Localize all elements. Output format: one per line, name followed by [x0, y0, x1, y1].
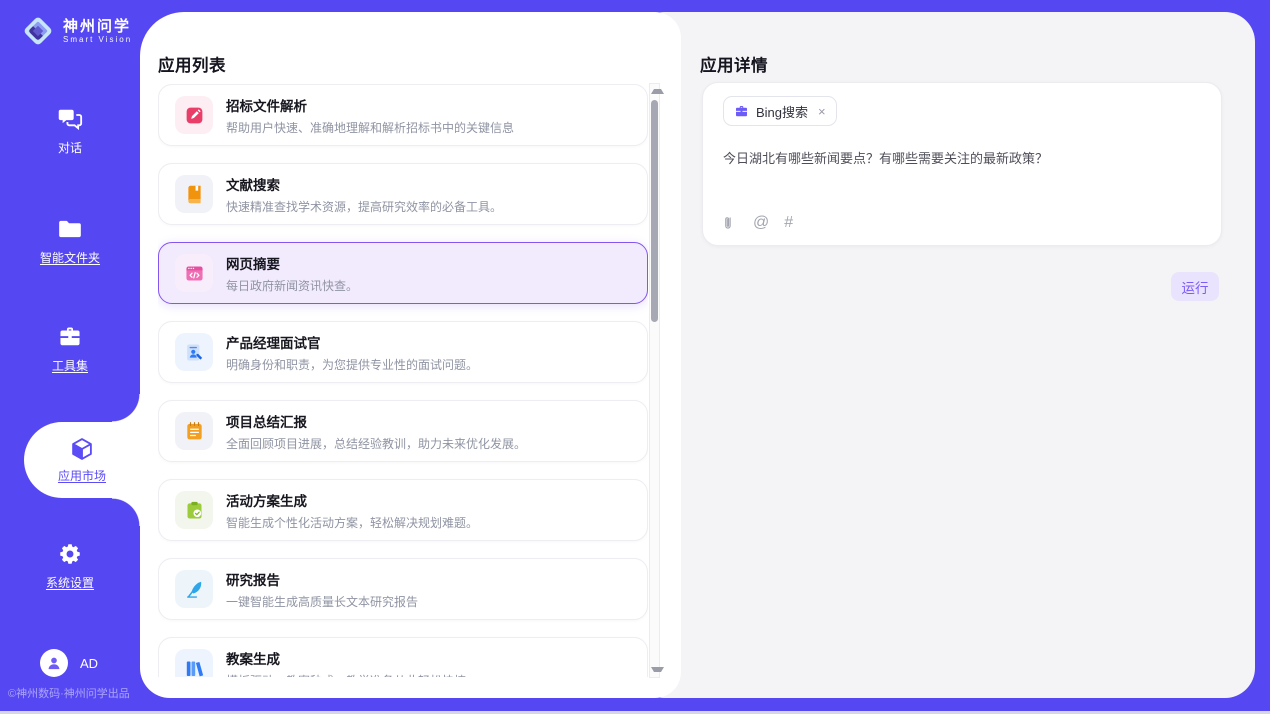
sidebar-item-label: 系统设置 [46, 574, 94, 591]
app-list-panel: 应用列表 招标文件解析帮助用户快速、准确地理解和解析招标书中的关键信息文献搜索快… [140, 12, 681, 698]
sidebar-item-label: 工具集 [52, 357, 88, 374]
folder-icon [57, 216, 83, 242]
app-description: 模板驱动，教案秒成，教学准备从此轻松快捷 [226, 672, 466, 678]
app-card[interactable]: 文献搜索快速精准查找学术资源，提高研究效率的必备工具。 [158, 163, 648, 225]
chat-icon [57, 106, 83, 132]
app-description: 帮助用户快速、准确地理解和解析招标书中的关键信息 [226, 119, 514, 136]
run-button[interactable]: 运行 [1171, 272, 1219, 301]
app-title: 活动方案生成 [226, 490, 478, 510]
query-text-input[interactable]: 今日湖北有哪些新闻要点？有哪些需要关注的最新政策？ [723, 149, 1203, 168]
briefcase-icon [734, 104, 749, 119]
close-icon[interactable]: × [818, 105, 826, 118]
app-description: 明确身份和职责，为您提供专业性的面试问题。 [226, 356, 478, 373]
interviewer-icon [175, 333, 213, 371]
app-description: 全面回顾项目进展，总结经验教训，助力未来优化发展。 [226, 435, 526, 452]
app-detail-card: Bing搜索 × 今日湖北有哪些新闻要点？有哪些需要关注的最新政策？ @# [702, 82, 1222, 246]
tender-edit-icon [175, 96, 213, 134]
app-title: 研究报告 [226, 569, 418, 589]
sidebar-item-gear[interactable]: 系统设置 [0, 541, 140, 591]
app-title: 文献搜索 [226, 174, 502, 194]
cube-icon [69, 436, 95, 462]
app-card[interactable]: 研究报告一键智能生成高质量长文本研究报告 [158, 558, 648, 620]
brand-name: 神州问学 [63, 18, 132, 35]
sidebar-item-label: 应用市场 [58, 467, 106, 484]
app-card[interactable]: 教案生成模板驱动，教案秒成，教学准备从此轻松快捷 [158, 637, 648, 677]
tool-tag-bing-search[interactable]: Bing搜索 × [723, 96, 837, 126]
brand-gem-icon [20, 13, 56, 49]
research-report-icon [175, 570, 213, 608]
scroll-up-icon[interactable] [651, 89, 664, 94]
app-description: 快速精准查找学术资源，提高研究效率的必备工具。 [226, 198, 502, 215]
app-detail-title: 应用详情 [700, 52, 768, 76]
notepad-icon [175, 412, 213, 450]
sidebar-item-label: 智能文件夹 [40, 249, 100, 266]
topic-icon[interactable]: # [784, 214, 793, 232]
sidebar-item-cube[interactable]: 应用市场 [24, 422, 140, 498]
webpage-code-icon [175, 254, 213, 292]
app-title: 教案生成 [226, 648, 466, 668]
app-list-title: 应用列表 [158, 52, 226, 76]
scroll-down-icon[interactable] [651, 667, 664, 672]
user-name: AD [80, 656, 98, 671]
app-title: 项目总结汇报 [226, 411, 526, 431]
tool-tag-label: Bing搜索 [756, 102, 808, 121]
sidebar-footer-text: ©神州数码·神州问学出品 [8, 685, 130, 701]
app-card[interactable]: 招标文件解析帮助用户快速、准确地理解和解析招标书中的关键信息 [158, 84, 648, 146]
sidebar-item-chat[interactable]: 对话 [0, 106, 140, 156]
user-account[interactable]: AD [40, 649, 98, 677]
scrollbar[interactable] [649, 83, 660, 678]
app-card[interactable]: 产品经理面试官明确身份和职责，为您提供专业性的面试问题。 [158, 321, 648, 383]
sidebar-item-folder[interactable]: 智能文件夹 [0, 216, 140, 266]
brand-logo: 神州问学 Smart Vision [20, 13, 132, 49]
gear-icon [57, 541, 83, 567]
main-content: 应用列表 招标文件解析帮助用户快速、准确地理解和解析招标书中的关键信息文献搜索快… [140, 12, 1255, 698]
app-card[interactable]: 网页摘要每日政府新闻资讯快查。 [158, 242, 648, 304]
lesson-books-icon [175, 649, 213, 677]
app-description: 每日政府新闻资讯快查。 [226, 277, 358, 294]
sidebar-item-toolbox[interactable]: 工具集 [0, 324, 140, 374]
toolbox-icon [57, 324, 83, 350]
app-description: 一键智能生成高质量长文本研究报告 [226, 593, 418, 610]
brand-subtitle: Smart Vision [63, 35, 132, 44]
app-card[interactable]: 项目总结汇报全面回顾项目进展，总结经验教训，助力未来优化发展。 [158, 400, 648, 462]
app-card[interactable]: 活动方案生成智能生成个性化活动方案，轻松解决规划难题。 [158, 479, 648, 541]
composer-toolbar: @# [721, 214, 793, 232]
mention-icon[interactable]: @ [753, 214, 769, 232]
literature-book-icon [175, 175, 213, 213]
app-title: 网页摘要 [226, 253, 358, 273]
app-description: 智能生成个性化活动方案，轻松解决规划难题。 [226, 514, 478, 531]
app-detail-panel: 应用详情 Bing搜索 × 今日湖北有哪些新闻要点？有哪些需要关注的最新政策？ … [681, 12, 1255, 698]
clipboard-check-icon [175, 491, 213, 529]
sidebar: 神州问学 Smart Vision 对话智能文件夹工具集应用市场系统设置 AD … [0, 0, 140, 711]
app-title: 招标文件解析 [226, 95, 514, 115]
app-title: 产品经理面试官 [226, 332, 478, 352]
person-icon [40, 649, 68, 677]
scrollbar-thumb[interactable] [651, 100, 658, 322]
app-card-list: 招标文件解析帮助用户快速、准确地理解和解析招标书中的关键信息文献搜索快速精准查找… [158, 84, 648, 677]
attachment-icon[interactable] [721, 215, 738, 232]
sidebar-item-label: 对话 [58, 139, 82, 156]
